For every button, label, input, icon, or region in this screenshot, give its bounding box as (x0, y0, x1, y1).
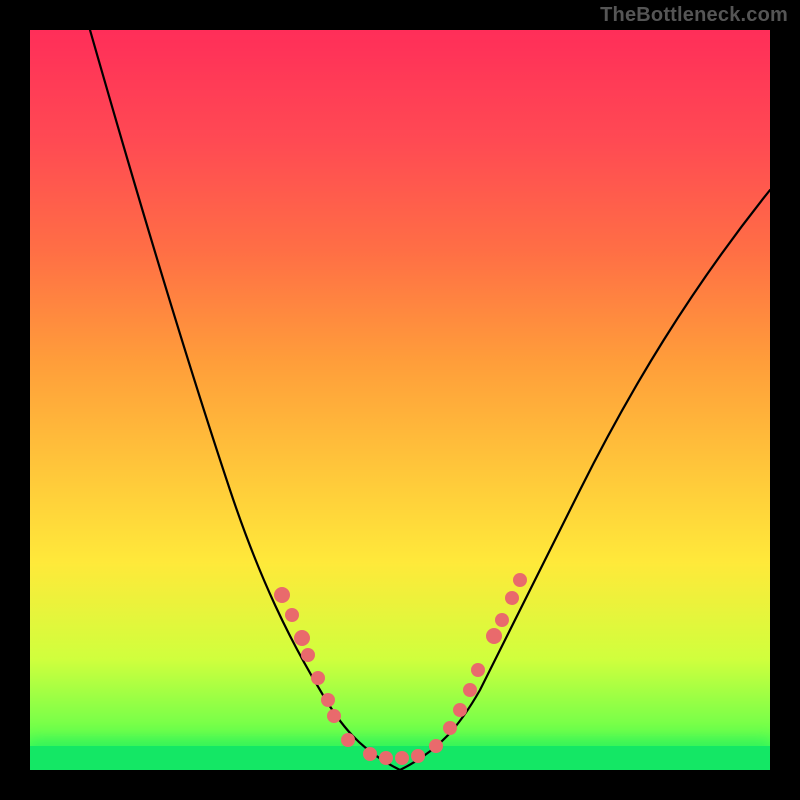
watermark-text: TheBottleneck.com (600, 4, 788, 27)
data-marker (341, 733, 355, 747)
plot-area (30, 30, 770, 770)
data-marker (471, 663, 485, 677)
data-marker (311, 671, 325, 685)
data-marker (285, 608, 299, 622)
data-marker (301, 648, 315, 662)
data-marker (429, 739, 443, 753)
right-curve (400, 190, 770, 770)
data-marker (453, 703, 467, 717)
data-marker (463, 683, 477, 697)
data-marker (443, 721, 457, 735)
data-marker (274, 587, 290, 603)
left-curve (90, 30, 400, 770)
data-marker (327, 709, 341, 723)
data-marker (495, 613, 509, 627)
data-marker (486, 628, 502, 644)
data-marker (294, 630, 310, 646)
data-marker (411, 749, 425, 763)
chart-frame: TheBottleneck.com (0, 0, 800, 800)
data-marker (363, 747, 377, 761)
curve-layer (30, 30, 770, 770)
data-marker (395, 751, 409, 765)
data-marker (505, 591, 519, 605)
data-marker (379, 751, 393, 765)
data-marker (513, 573, 527, 587)
data-marker (321, 693, 335, 707)
